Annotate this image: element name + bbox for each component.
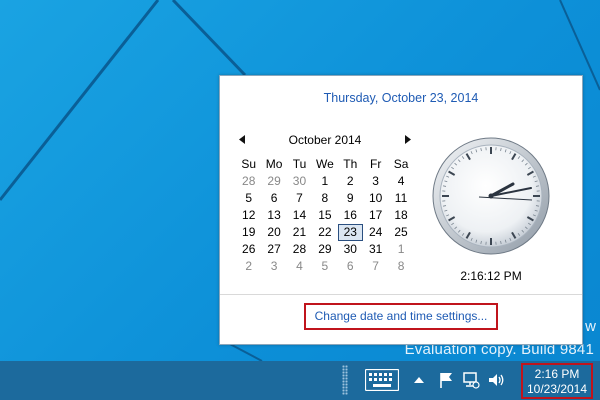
calendar-day[interactable]: 2 — [338, 173, 363, 190]
calendar-day[interactable]: 21 — [287, 224, 312, 241]
next-month-button[interactable] — [402, 132, 414, 148]
network-icon[interactable] — [462, 370, 480, 390]
taskbar-date: 10/23/2014 — [526, 382, 588, 396]
watermark-fragment: w — [585, 318, 596, 335]
calendar-week-row: 12 13 14 15 16 17 18 — [236, 207, 414, 224]
calendar-navigation: October 2014 — [236, 132, 414, 148]
calendar-week-row: 28 29 30 1 2 3 4 — [236, 173, 414, 190]
weekday-label: Su — [241, 157, 257, 171]
calendar-day[interactable]: 24 — [363, 224, 388, 241]
calendar-day[interactable]: 30 — [287, 173, 312, 190]
volume-icon[interactable] — [487, 370, 505, 390]
calendar-day[interactable]: 4 — [388, 173, 413, 190]
weekday-label: Tu — [292, 157, 307, 171]
calendar-day[interactable]: 1 — [312, 173, 337, 190]
calendar-week-row: 19 20 21 22 23 24 25 — [236, 224, 414, 241]
taskbar-clock-button[interactable]: 2:16 PM 10/23/2014 — [521, 363, 593, 399]
weekday-label: We — [315, 157, 334, 171]
calendar-month-title[interactable]: October 2014 — [236, 133, 414, 147]
calendar-day[interactable]: 2 — [236, 258, 261, 275]
calendar-day[interactable]: 1 — [388, 241, 413, 258]
taskbar-grip[interactable] — [342, 365, 348, 395]
calendar-day[interactable]: 12 — [236, 207, 261, 224]
weekday-label: Th — [343, 157, 358, 171]
digital-clock-time: 2:16:12 PM — [460, 269, 522, 283]
weekday-label: Mo — [265, 157, 283, 171]
calendar-day[interactable]: 16 — [338, 207, 363, 224]
calendar-day[interactable]: 13 — [261, 207, 286, 224]
calendar-day[interactable]: 26 — [236, 241, 261, 258]
analog-clock-face — [432, 137, 550, 255]
calendar-day[interactable]: 5 — [236, 190, 261, 207]
calendar-day[interactable]: 20 — [261, 224, 286, 241]
calendar-day[interactable]: 6 — [261, 190, 286, 207]
calendar-day[interactable]: 9 — [338, 190, 363, 207]
calendar-day[interactable]: 30 — [338, 241, 363, 258]
long-date-header[interactable]: Thursday, October 23, 2014 — [220, 91, 582, 105]
calendar-day[interactable]: 3 — [261, 258, 286, 275]
show-hidden-icons-chevron-icon[interactable] — [412, 370, 430, 390]
calendar-day[interactable]: 18 — [388, 207, 413, 224]
calendar-day[interactable]: 25 — [388, 224, 413, 241]
touch-keyboard-icon[interactable] — [364, 368, 400, 392]
calendar-day[interactable]: 28 — [236, 173, 261, 190]
weekday-label: Fr — [369, 157, 382, 171]
calendar-day[interactable]: 22 — [312, 224, 337, 241]
calendar-day[interactable]: 17 — [363, 207, 388, 224]
calendar-day[interactable]: 5 — [312, 258, 337, 275]
calendar-day[interactable]: 27 — [261, 241, 286, 258]
calendar-day[interactable]: 8 — [388, 258, 413, 275]
calendar-week-row: 5 6 7 8 9 10 11 — [236, 190, 414, 207]
action-center-flag-icon[interactable] — [438, 370, 456, 390]
calendar-week-row: 2345678 — [236, 258, 414, 275]
calendar-day-today[interactable]: 23 — [337, 224, 363, 241]
date-time-flyout: Thursday, October 23, 2014 October 2014 … — [219, 75, 583, 345]
calendar-day[interactable]: 6 — [338, 258, 363, 275]
calendar-day[interactable]: 4 — [287, 258, 312, 275]
calendar-day[interactable]: 10 — [363, 190, 388, 207]
change-date-time-settings-link[interactable]: Change date and time settings... — [304, 303, 498, 330]
calendar-day[interactable]: 3 — [363, 173, 388, 190]
calendar-day[interactable]: 11 — [388, 190, 413, 207]
calendar-day[interactable]: 8 — [312, 190, 337, 207]
weekday-header-row: Su Mo Tu We Th Fr Sa — [236, 156, 414, 173]
calendar-day[interactable]: 29 — [261, 173, 286, 190]
calendar-day[interactable]: 7 — [363, 258, 388, 275]
taskbar-time: 2:16 PM — [534, 367, 580, 381]
calendar-day[interactable]: 19 — [236, 224, 261, 241]
triangle-right-icon — [405, 135, 411, 144]
calendar-day[interactable]: 28 — [287, 241, 312, 258]
calendar-day[interactable]: 29 — [312, 241, 337, 258]
calendar-week-row: 26 27 28 29 30 31 1 — [236, 241, 414, 258]
calendar-day[interactable]: 31 — [363, 241, 388, 258]
weekday-label: Sa — [393, 157, 409, 171]
calendar-day[interactable]: 7 — [287, 190, 312, 207]
calendar-day[interactable]: 15 — [312, 207, 337, 224]
calendar-day[interactable]: 14 — [287, 207, 312, 224]
calendar-grid: Su Mo Tu We Th Fr Sa 28 29 30 1 2 3 4 5 6 7 8 9 10 11… — [236, 156, 414, 275]
flyout-divider — [220, 294, 582, 295]
taskbar: 2:16 PM 10/23/2014 — [0, 361, 600, 400]
